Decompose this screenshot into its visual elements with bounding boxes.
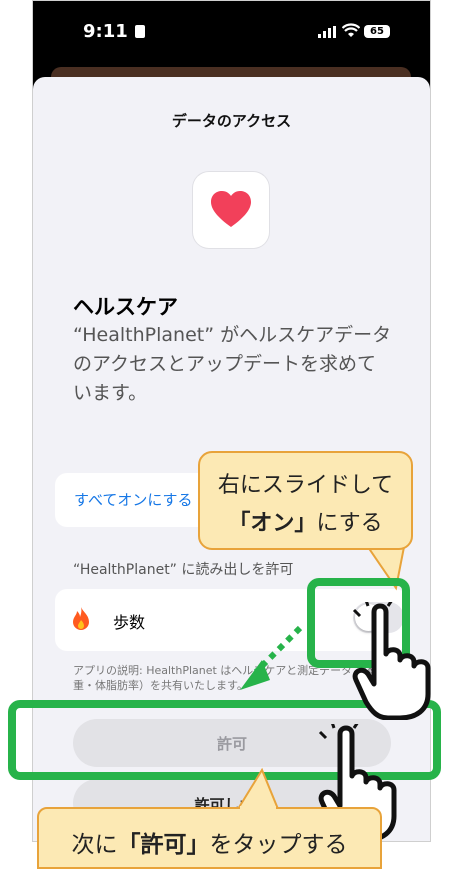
- status-time: 9:11: [83, 21, 128, 42]
- id-card-icon: [135, 25, 145, 38]
- status-bar: 9:11 65: [33, 1, 430, 69]
- tap-allow-callout: 次に「許可」をタップする: [37, 807, 382, 869]
- slide-toggle-callout: 右にスライドして 「オン」にする: [198, 451, 413, 550]
- screenshot-frame: 9:11 65 データのアクセス ヘルスケア “HealthPlanet” がヘ…: [0, 0, 449, 870]
- cellular-signal-icon: [318, 26, 336, 38]
- sheet-title: データのアクセス: [171, 112, 292, 130]
- turn-all-on-label: すべてオンにする: [74, 491, 193, 509]
- tap-allow-emphasis: 「許可」: [117, 831, 210, 857]
- health-app-icon: [193, 172, 269, 248]
- heart-icon: [211, 191, 251, 227]
- callout-line2: 「オン」にする: [200, 505, 411, 537]
- flame-icon: [73, 607, 89, 630]
- callout-on-emphasis: 「オン」: [228, 510, 317, 535]
- tap-allow-post: をタップする: [209, 831, 348, 857]
- tap-allow-pre: 次に: [71, 831, 118, 857]
- callout-line1: 右にスライドして: [217, 472, 394, 497]
- steps-label: 歩数: [113, 613, 146, 632]
- read-permission-header: “HealthPlanet” に読み出しを許可: [73, 562, 294, 578]
- access-description: “HealthPlanet” がヘルスケアデータのアクセスとアップデートを求めて…: [73, 324, 392, 404]
- health-heading: ヘルスケア: [73, 295, 178, 319]
- battery-icon: 65: [364, 25, 390, 38]
- callout-on-rest: にする: [316, 510, 383, 535]
- pointing-hand-icon: [352, 602, 431, 720]
- wifi-icon: [342, 23, 360, 37]
- tap-allow-text: 次に「許可」をタップする: [39, 825, 380, 859]
